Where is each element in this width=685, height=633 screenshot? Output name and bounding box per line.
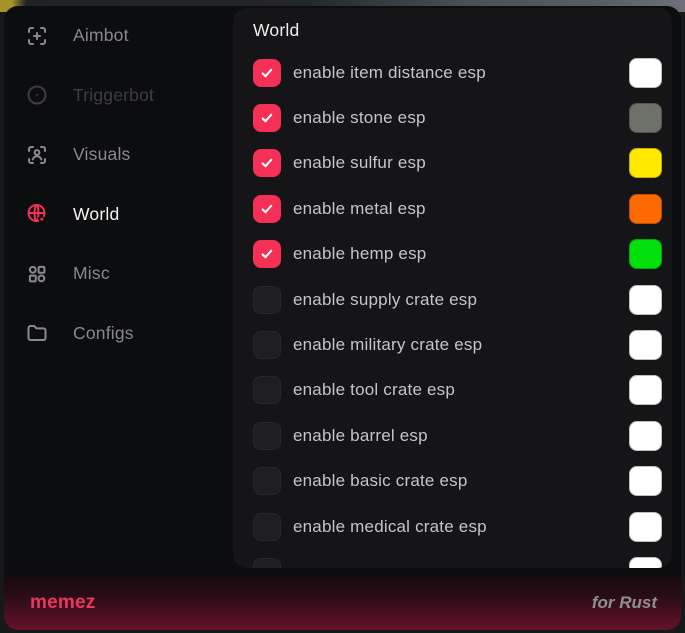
esp-option-label: enable item distance esp bbox=[293, 63, 629, 83]
esp-option-label: enable medical crate esp bbox=[293, 517, 629, 537]
esp-row: enable stone esp bbox=[253, 95, 662, 140]
esp-row: enable metal esp bbox=[253, 186, 662, 231]
esp-checkbox[interactable] bbox=[253, 104, 281, 132]
esp-option-label: enable stone esp bbox=[293, 108, 629, 128]
esp-row: enable military crate esp bbox=[253, 322, 662, 367]
esp-row: enable medical crate esp bbox=[253, 504, 662, 549]
sidebar-item-visuals[interactable]: Visuals bbox=[25, 125, 233, 185]
esp-option-label: enable military crate esp bbox=[293, 335, 629, 355]
esp-option-label: enable tool crate esp bbox=[293, 380, 629, 400]
esp-checkbox[interactable] bbox=[253, 195, 281, 223]
esp-option-label: enable sulfur esp bbox=[293, 153, 629, 173]
esp-row: enable tool crate esp bbox=[253, 368, 662, 413]
sidebar-item-label: World bbox=[73, 204, 119, 225]
cheat-menu-window: Aimbot Triggerbot Visuals World Misc Con… bbox=[4, 6, 681, 630]
esp-checkbox[interactable] bbox=[253, 240, 281, 268]
esp-row: enable basic crate esp bbox=[253, 459, 662, 504]
esp-checkbox[interactable] bbox=[253, 331, 281, 359]
esp-checkbox[interactable] bbox=[253, 467, 281, 495]
esp-checkbox[interactable] bbox=[253, 513, 281, 541]
esp-option-label: enable supply crate esp bbox=[293, 290, 629, 310]
esp-option-label: enable metal esp bbox=[293, 199, 629, 219]
esp-row: enable supply crate esp bbox=[253, 277, 662, 322]
esp-checkbox[interactable] bbox=[253, 149, 281, 177]
esp-option-label: enable basic crate esp bbox=[293, 471, 629, 491]
esp-color-swatch[interactable] bbox=[629, 194, 662, 224]
crosshair-scan-icon bbox=[25, 24, 49, 48]
esp-row: enable barrel esp bbox=[253, 413, 662, 458]
sidebar-item-misc[interactable]: Misc bbox=[25, 244, 233, 304]
esp-checkbox[interactable] bbox=[253, 286, 281, 314]
esp-checkbox[interactable] bbox=[253, 422, 281, 450]
sidebar-item-aimbot[interactable]: Aimbot bbox=[25, 6, 233, 66]
sidebar-item-label: Misc bbox=[73, 263, 110, 284]
sidebar-item-configs[interactable]: Configs bbox=[25, 304, 233, 364]
esp-row: enable item distance esp bbox=[253, 50, 662, 95]
person-scan-icon bbox=[25, 143, 49, 167]
footer: memez for Rust bbox=[4, 575, 681, 630]
esp-color-swatch[interactable] bbox=[629, 58, 662, 88]
content-panel: World enable item distance esp enable st… bbox=[233, 8, 672, 568]
esp-color-swatch[interactable] bbox=[629, 375, 662, 405]
esp-checkbox[interactable] bbox=[253, 59, 281, 87]
esp-options-list: enable item distance esp enable stone es… bbox=[253, 50, 662, 568]
esp-color-swatch[interactable] bbox=[629, 557, 662, 568]
folder-icon bbox=[25, 321, 49, 345]
sidebar: Aimbot Triggerbot Visuals World Misc Con… bbox=[4, 6, 233, 575]
brand-name: memez bbox=[30, 592, 95, 614]
brand-tagline: for Rust bbox=[592, 593, 657, 613]
esp-color-swatch[interactable] bbox=[629, 148, 662, 178]
esp-checkbox[interactable] bbox=[253, 558, 281, 568]
esp-color-swatch[interactable] bbox=[629, 421, 662, 451]
page-title: World bbox=[253, 20, 672, 41]
sidebar-item-triggerbot[interactable]: Triggerbot bbox=[25, 66, 233, 126]
globe-icon bbox=[25, 202, 49, 226]
esp-color-swatch[interactable] bbox=[629, 285, 662, 315]
sidebar-item-world[interactable]: World bbox=[25, 185, 233, 245]
shapes-grid-icon bbox=[25, 262, 49, 286]
esp-color-swatch[interactable] bbox=[629, 512, 662, 542]
sidebar-item-label: Triggerbot bbox=[73, 85, 154, 106]
esp-option-label: enable barrel esp bbox=[293, 426, 629, 446]
esp-option-label: enable hemp esp bbox=[293, 244, 629, 264]
sidebar-item-label: Aimbot bbox=[73, 25, 129, 46]
esp-color-swatch[interactable] bbox=[629, 103, 662, 133]
esp-row: enable hemp esp bbox=[253, 232, 662, 277]
sidebar-item-label: Configs bbox=[73, 323, 134, 344]
esp-checkbox[interactable] bbox=[253, 376, 281, 404]
sidebar-item-label: Visuals bbox=[73, 144, 131, 165]
esp-color-swatch[interactable] bbox=[629, 330, 662, 360]
esp-row bbox=[253, 549, 662, 568]
esp-color-swatch[interactable] bbox=[629, 466, 662, 496]
circle-dot-icon bbox=[25, 83, 49, 107]
esp-color-swatch[interactable] bbox=[629, 239, 662, 269]
esp-row: enable sulfur esp bbox=[253, 141, 662, 186]
